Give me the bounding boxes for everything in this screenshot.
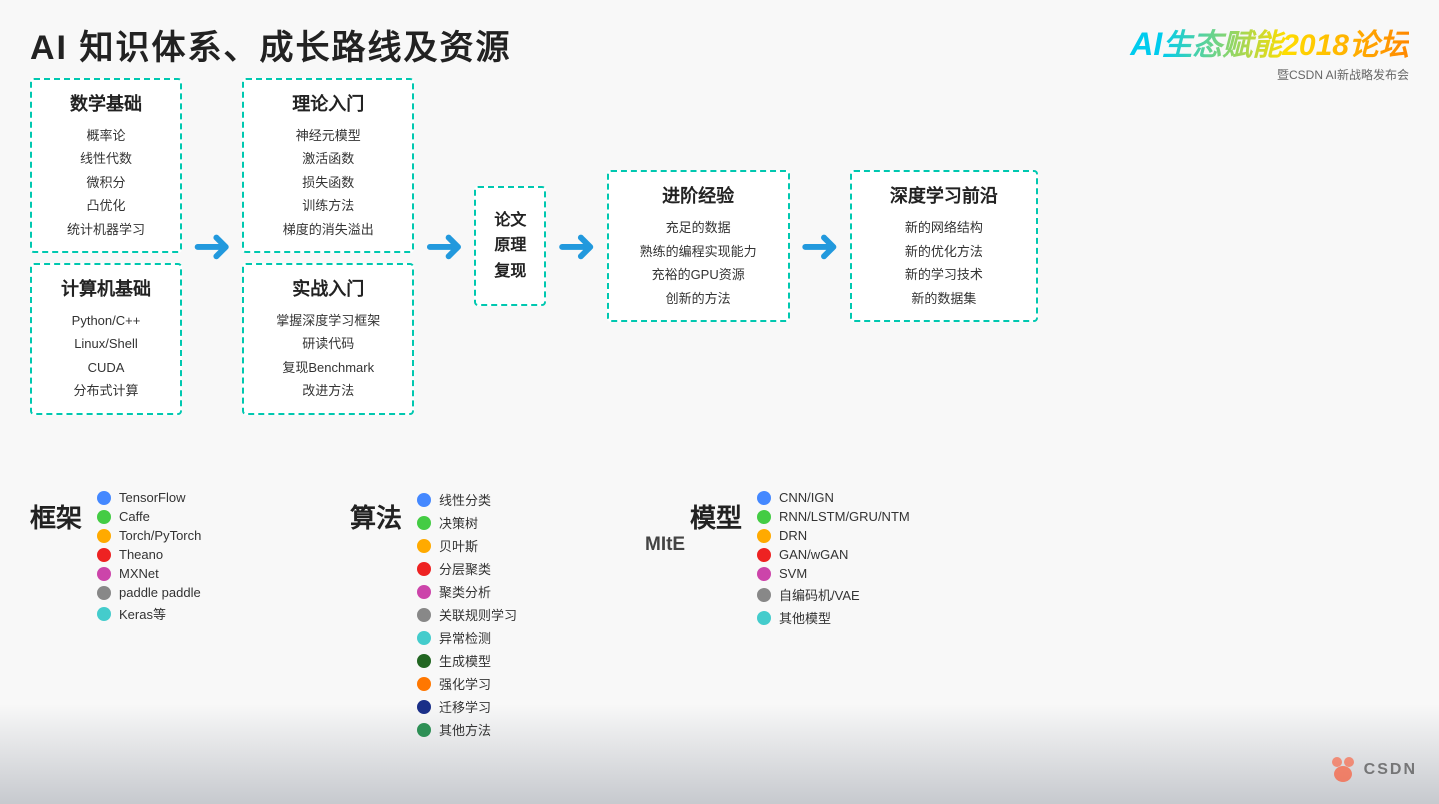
- paper-box: 论文 原理 复现: [474, 186, 546, 306]
- arrow3: ➜: [556, 218, 596, 274]
- algo-bayes: 贝叶斯: [417, 536, 517, 555]
- framework-torch: Torch/PyTorch: [97, 528, 201, 543]
- algorithms-list: 线性分类 决策树 贝叶斯 分层聚类 聚类分析 关联规则学习: [417, 490, 517, 739]
- forum-title: AI生态赋能2018论坛: [1130, 20, 1409, 64]
- models-list: CNN/IGN RNN/LSTM/GRU/NTM DRN GAN/wGAN SV…: [757, 490, 910, 627]
- csdn-text: CSDN: [1364, 761, 1417, 779]
- framework-theano: Theano: [97, 547, 201, 562]
- main-title: AI 知识体系、成长路线及资源: [30, 20, 511, 69]
- mite-label: MItE: [645, 534, 685, 556]
- paper-title: 论文 原理 复现: [494, 208, 526, 285]
- advanced-title: 进阶经验: [623, 182, 774, 208]
- algorithms-label: 算法: [350, 490, 405, 535]
- deep-items: 新的网络结构 新的优化方法 新的学习技术 新的数据集: [866, 216, 1022, 310]
- tensorflow-dot: [97, 491, 111, 505]
- csdn-icon: [1327, 754, 1359, 786]
- frameworks-list: TensorFlow Caffe Torch/PyTorch Theano MX…: [97, 490, 201, 623]
- arrow2: ➜: [424, 218, 464, 274]
- model-svm: SVM: [757, 566, 910, 581]
- forum-subtitle: 暨CSDN AI新战略发布会: [1130, 66, 1409, 83]
- theano-dot: [97, 548, 111, 562]
- practice-box: 实战入门 掌握深度学习框架 研读代码 复现Benchmark 改进方法: [242, 263, 414, 415]
- framework-keras: Keras等: [97, 604, 201, 623]
- frameworks-section: 框架 TensorFlow Caffe Torch/PyTorch Theano…: [30, 490, 350, 739]
- theory-box: 理论入门 神经元模型 激活函数 损失函数 训练方法 梯度的消失溢出: [242, 78, 414, 253]
- arrow1: ➜: [192, 218, 232, 274]
- algo-anomaly: 异常检测: [417, 628, 517, 647]
- caffe-dot: [97, 510, 111, 524]
- theory-items: 神经元模型 激活函数 损失函数 训练方法 梯度的消失溢出: [258, 124, 398, 241]
- framework-mxnet: MXNet: [97, 566, 201, 581]
- model-autoencoder: 自编码机/VAE: [757, 585, 910, 604]
- left-boxes: 数学基础 概率论 线性代数 微积分 凸优化 统计机器学习 计算机基础 Pytho…: [30, 78, 182, 415]
- frameworks-label: 框架: [30, 490, 85, 535]
- framework-tensorflow: TensorFlow: [97, 490, 201, 505]
- keras-dot: [97, 607, 111, 621]
- algo-other: 其他方法: [417, 720, 517, 739]
- algo-cluster: 聚类分析: [417, 582, 517, 601]
- cs-title: 计算机基础: [46, 275, 166, 301]
- algo-reinforcement: 强化学习: [417, 674, 517, 693]
- cs-box: 计算机基础 Python/C++ Linux/Shell CUDA 分布式计算: [30, 263, 182, 415]
- csdn-logo: CSDN: [1327, 754, 1417, 786]
- math-title: 数学基础: [46, 90, 166, 116]
- theory-title: 理论入门: [258, 90, 398, 116]
- math-items: 概率论 线性代数 微积分 凸优化 统计机器学习: [46, 124, 166, 241]
- cs-items: Python/C++ Linux/Shell CUDA 分布式计算: [46, 309, 166, 403]
- model-cnn: CNN/IGN: [757, 490, 910, 505]
- models-label: 模型: [690, 490, 745, 535]
- arrow4: ➜: [800, 218, 840, 274]
- models-section: 模型 CNN/IGN RNN/LSTM/GRU/NTM DRN GAN/wGAN…: [690, 490, 1409, 739]
- model-rnn: RNN/LSTM/GRU/NTM: [757, 509, 910, 524]
- deep-title: 深度学习前沿: [866, 182, 1022, 208]
- algo-generative: 生成模型: [417, 651, 517, 670]
- model-drn: DRN: [757, 528, 910, 543]
- deep-box: 深度学习前沿 新的网络结构 新的优化方法 新的学习技术 新的数据集: [850, 170, 1038, 322]
- paddle-dot: [97, 586, 111, 600]
- forum-logo: AI生态赋能2018论坛 暨CSDN AI新战略发布会: [1130, 20, 1409, 83]
- algo-decision: 决策树: [417, 513, 517, 532]
- algo-transfer: 迁移学习: [417, 697, 517, 716]
- framework-paddle: paddle paddle: [97, 585, 201, 600]
- middle-boxes: 理论入门 神经元模型 激活函数 损失函数 训练方法 梯度的消失溢出 实战入门 掌…: [242, 78, 414, 415]
- mxnet-dot: [97, 567, 111, 581]
- algo-association: 关联规则学习: [417, 605, 517, 624]
- header: AI 知识体系、成长路线及资源 AI生态赋能2018论坛 暨CSDN AI新战略…: [30, 20, 1409, 83]
- framework-caffe: Caffe: [97, 509, 201, 524]
- practice-title: 实战入门: [258, 275, 398, 301]
- advanced-box: 进阶经验 充足的数据 熟练的编程实现能力 充裕的GPU资源 创新的方法: [607, 170, 790, 322]
- algo-linear: 线性分类: [417, 490, 517, 509]
- bottom-section: 框架 TensorFlow Caffe Torch/PyTorch Theano…: [30, 490, 1409, 739]
- math-box: 数学基础 概率论 线性代数 微积分 凸优化 统计机器学习: [30, 78, 182, 253]
- model-gan: GAN/wGAN: [757, 547, 910, 562]
- algorithms-section: 算法 线性分类 决策树 贝叶斯 分层聚类 聚类分析: [350, 490, 690, 739]
- algo-hierarchical: 分层聚类: [417, 559, 517, 578]
- torch-dot: [97, 529, 111, 543]
- practice-items: 掌握深度学习框架 研读代码 复现Benchmark 改进方法: [258, 309, 398, 403]
- model-other: 其他模型: [757, 608, 910, 627]
- advanced-items: 充足的数据 熟练的编程实现能力 充裕的GPU资源 创新的方法: [623, 216, 774, 310]
- flow-diagram: 数学基础 概率论 线性代数 微积分 凸优化 统计机器学习 计算机基础 Pytho…: [30, 78, 1038, 415]
